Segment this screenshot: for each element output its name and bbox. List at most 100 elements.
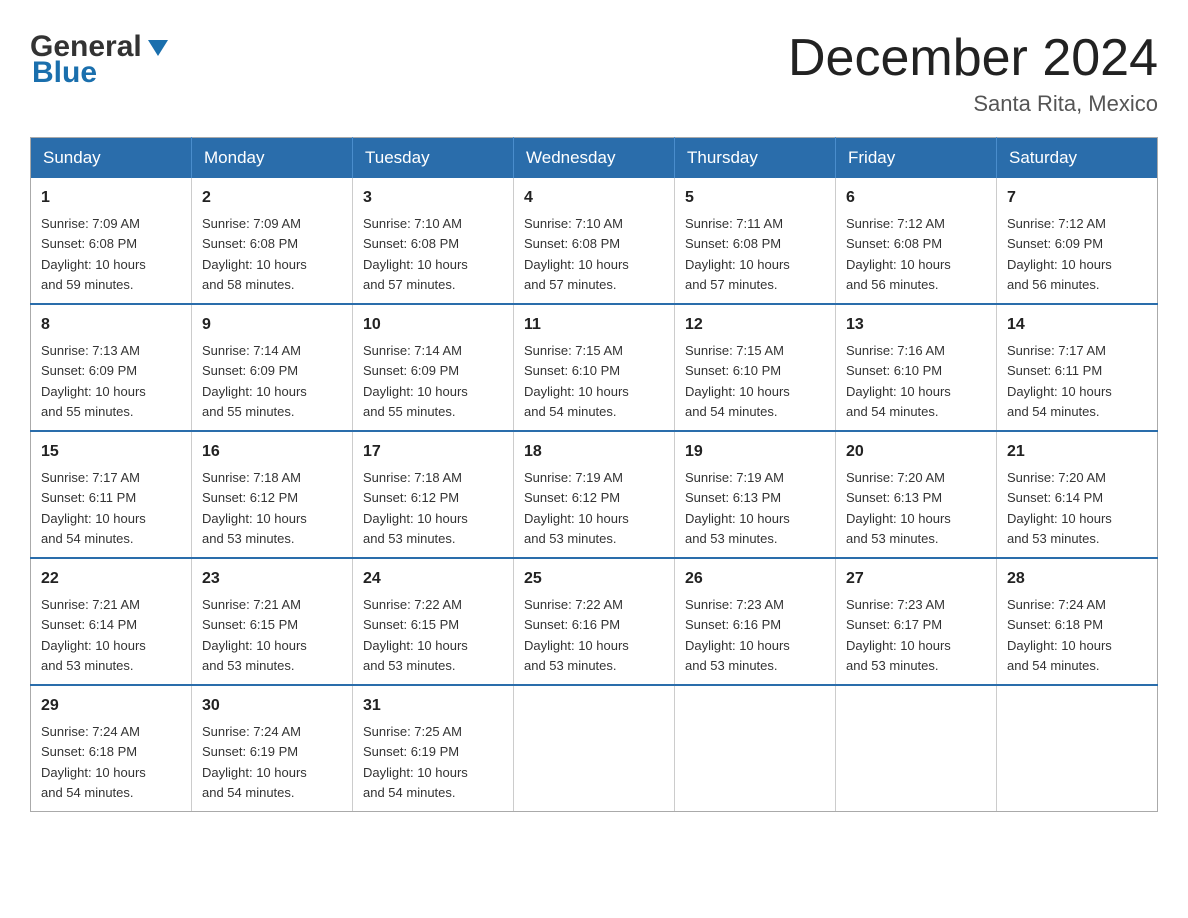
day-number: 18 bbox=[524, 440, 664, 464]
day-info: Sunrise: 7:10 AMSunset: 6:08 PMDaylight:… bbox=[363, 216, 468, 292]
logo-blue-text: Blue bbox=[30, 56, 97, 90]
calendar-cell: 25 Sunrise: 7:22 AMSunset: 6:16 PMDayligh… bbox=[514, 558, 675, 685]
calendar-table: SundayMondayTuesdayWednesdayThursdayFrid… bbox=[30, 137, 1158, 812]
day-number: 23 bbox=[202, 567, 342, 591]
calendar-cell: 23 Sunrise: 7:21 AMSunset: 6:15 PMDayligh… bbox=[192, 558, 353, 685]
header-sunday: Sunday bbox=[31, 138, 192, 179]
day-number: 22 bbox=[41, 567, 181, 591]
day-info: Sunrise: 7:14 AMSunset: 6:09 PMDaylight:… bbox=[202, 343, 307, 419]
day-info: Sunrise: 7:12 AMSunset: 6:09 PMDaylight:… bbox=[1007, 216, 1112, 292]
header-saturday: Saturday bbox=[997, 138, 1158, 179]
day-info: Sunrise: 7:13 AMSunset: 6:09 PMDaylight:… bbox=[41, 343, 146, 419]
day-number: 9 bbox=[202, 313, 342, 337]
calendar-cell: 19 Sunrise: 7:19 AMSunset: 6:13 PMDayligh… bbox=[675, 431, 836, 558]
day-info: Sunrise: 7:23 AMSunset: 6:17 PMDaylight:… bbox=[846, 597, 951, 673]
day-number: 31 bbox=[363, 694, 503, 718]
calendar-cell: 5 Sunrise: 7:11 AMSunset: 6:08 PMDaylight… bbox=[675, 178, 836, 304]
day-info: Sunrise: 7:15 AMSunset: 6:10 PMDaylight:… bbox=[685, 343, 790, 419]
day-info: Sunrise: 7:21 AMSunset: 6:15 PMDaylight:… bbox=[202, 597, 307, 673]
header-monday: Monday bbox=[192, 138, 353, 179]
day-info: Sunrise: 7:15 AMSunset: 6:10 PMDaylight:… bbox=[524, 343, 629, 419]
day-info: Sunrise: 7:25 AMSunset: 6:19 PMDaylight:… bbox=[363, 724, 468, 800]
calendar-cell: 8 Sunrise: 7:13 AMSunset: 6:09 PMDaylight… bbox=[31, 304, 192, 431]
location-text: Santa Rita, Mexico bbox=[788, 91, 1158, 117]
day-number: 15 bbox=[41, 440, 181, 464]
header-thursday: Thursday bbox=[675, 138, 836, 179]
day-number: 14 bbox=[1007, 313, 1147, 337]
calendar-cell: 15 Sunrise: 7:17 AMSunset: 6:11 PMDayligh… bbox=[31, 431, 192, 558]
calendar-week-row: 22 Sunrise: 7:21 AMSunset: 6:14 PMDayligh… bbox=[31, 558, 1158, 685]
calendar-cell: 29Sunrise: 7:24 AMSunset: 6:18 PMDayligh… bbox=[31, 685, 192, 812]
calendar-cell bbox=[997, 685, 1158, 812]
calendar-header-row: SundayMondayTuesdayWednesdayThursdayFrid… bbox=[31, 138, 1158, 179]
day-info: Sunrise: 7:11 AMSunset: 6:08 PMDaylight:… bbox=[685, 216, 790, 292]
calendar-cell: 10Sunrise: 7:14 AMSunset: 6:09 PMDayligh… bbox=[353, 304, 514, 431]
day-info: Sunrise: 7:14 AMSunset: 6:09 PMDaylight:… bbox=[363, 343, 468, 419]
calendar-week-row: 1Sunrise: 7:09 AMSunset: 6:08 PMDaylight… bbox=[31, 178, 1158, 304]
day-number: 4 bbox=[524, 186, 664, 210]
calendar-cell bbox=[675, 685, 836, 812]
calendar-week-row: 15 Sunrise: 7:17 AMSunset: 6:11 PMDayligh… bbox=[31, 431, 1158, 558]
day-number: 26 bbox=[685, 567, 825, 591]
header-wednesday: Wednesday bbox=[514, 138, 675, 179]
calendar-cell: 22 Sunrise: 7:21 AMSunset: 6:14 PMDayligh… bbox=[31, 558, 192, 685]
day-info: Sunrise: 7:24 AMSunset: 6:18 PMDaylight:… bbox=[1007, 597, 1112, 673]
calendar-cell: 1Sunrise: 7:09 AMSunset: 6:08 PMDaylight… bbox=[31, 178, 192, 304]
calendar-cell: 17Sunrise: 7:18 AMSunset: 6:12 PMDayligh… bbox=[353, 431, 514, 558]
calendar-cell: 6 Sunrise: 7:12 AMSunset: 6:08 PMDaylight… bbox=[836, 178, 997, 304]
day-info: Sunrise: 7:10 AMSunset: 6:08 PMDaylight:… bbox=[524, 216, 629, 292]
calendar-cell: 13 Sunrise: 7:16 AMSunset: 6:10 PMDayligh… bbox=[836, 304, 997, 431]
day-number: 5 bbox=[685, 186, 825, 210]
calendar-cell: 16 Sunrise: 7:18 AMSunset: 6:12 PMDayligh… bbox=[192, 431, 353, 558]
calendar-cell: 18 Sunrise: 7:19 AMSunset: 6:12 PMDayligh… bbox=[514, 431, 675, 558]
day-info: Sunrise: 7:09 AMSunset: 6:08 PMDaylight:… bbox=[41, 216, 146, 292]
day-number: 27 bbox=[846, 567, 986, 591]
day-info: Sunrise: 7:17 AMSunset: 6:11 PMDaylight:… bbox=[1007, 343, 1112, 419]
day-number: 7 bbox=[1007, 186, 1147, 210]
day-number: 2 bbox=[202, 186, 342, 210]
day-number: 6 bbox=[846, 186, 986, 210]
day-number: 16 bbox=[202, 440, 342, 464]
page-header: General Blue December 2024 Santa Rita, M… bbox=[30, 30, 1158, 117]
header-tuesday: Tuesday bbox=[353, 138, 514, 179]
day-info: Sunrise: 7:21 AMSunset: 6:14 PMDaylight:… bbox=[41, 597, 146, 673]
day-number: 13 bbox=[846, 313, 986, 337]
day-info: Sunrise: 7:09 AMSunset: 6:08 PMDaylight:… bbox=[202, 216, 307, 292]
calendar-cell: 30Sunrise: 7:24 AMSunset: 6:19 PMDayligh… bbox=[192, 685, 353, 812]
calendar-cell: 9 Sunrise: 7:14 AMSunset: 6:09 PMDaylight… bbox=[192, 304, 353, 431]
day-number: 29 bbox=[41, 694, 181, 718]
calendar-cell: 12 Sunrise: 7:15 AMSunset: 6:10 PMDayligh… bbox=[675, 304, 836, 431]
day-number: 3 bbox=[363, 186, 503, 210]
day-number: 25 bbox=[524, 567, 664, 591]
day-number: 17 bbox=[363, 440, 503, 464]
calendar-cell bbox=[836, 685, 997, 812]
day-number: 19 bbox=[685, 440, 825, 464]
day-number: 20 bbox=[846, 440, 986, 464]
day-info: Sunrise: 7:20 AMSunset: 6:13 PMDaylight:… bbox=[846, 470, 951, 546]
day-number: 8 bbox=[41, 313, 181, 337]
calendar-cell: 7 Sunrise: 7:12 AMSunset: 6:09 PMDaylight… bbox=[997, 178, 1158, 304]
calendar-cell: 4 Sunrise: 7:10 AMSunset: 6:08 PMDaylight… bbox=[514, 178, 675, 304]
title-section: December 2024 Santa Rita, Mexico bbox=[788, 30, 1158, 117]
day-info: Sunrise: 7:23 AMSunset: 6:16 PMDaylight:… bbox=[685, 597, 790, 673]
day-info: Sunrise: 7:18 AMSunset: 6:12 PMDaylight:… bbox=[202, 470, 307, 546]
calendar-cell: 11 Sunrise: 7:15 AMSunset: 6:10 PMDayligh… bbox=[514, 304, 675, 431]
day-number: 11 bbox=[524, 313, 664, 337]
day-info: Sunrise: 7:16 AMSunset: 6:10 PMDaylight:… bbox=[846, 343, 951, 419]
day-info: Sunrise: 7:22 AMSunset: 6:16 PMDaylight:… bbox=[524, 597, 629, 673]
day-number: 12 bbox=[685, 313, 825, 337]
day-number: 24 bbox=[363, 567, 503, 591]
day-info: Sunrise: 7:19 AMSunset: 6:12 PMDaylight:… bbox=[524, 470, 629, 546]
day-info: Sunrise: 7:17 AMSunset: 6:11 PMDaylight:… bbox=[41, 470, 146, 546]
day-info: Sunrise: 7:12 AMSunset: 6:08 PMDaylight:… bbox=[846, 216, 951, 292]
calendar-cell: 2 Sunrise: 7:09 AMSunset: 6:08 PMDaylight… bbox=[192, 178, 353, 304]
day-info: Sunrise: 7:19 AMSunset: 6:13 PMDaylight:… bbox=[685, 470, 790, 546]
month-title: December 2024 bbox=[788, 30, 1158, 87]
calendar-week-row: 29Sunrise: 7:24 AMSunset: 6:18 PMDayligh… bbox=[31, 685, 1158, 812]
logo: General Blue bbox=[30, 30, 172, 90]
day-number: 30 bbox=[202, 694, 342, 718]
header-friday: Friday bbox=[836, 138, 997, 179]
calendar-cell bbox=[514, 685, 675, 812]
day-info: Sunrise: 7:20 AMSunset: 6:14 PMDaylight:… bbox=[1007, 470, 1112, 546]
day-number: 28 bbox=[1007, 567, 1147, 591]
